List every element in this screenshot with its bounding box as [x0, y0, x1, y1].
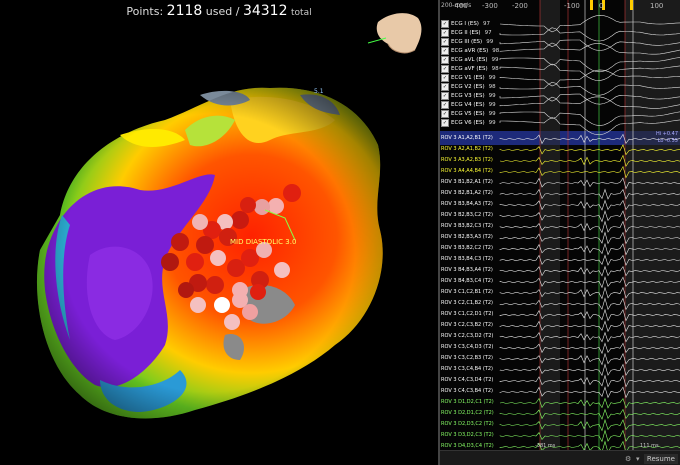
channel-label[interactable]: ROV 3 C4,C3,D4 (T2)	[441, 375, 493, 386]
channel-label[interactable]: ROV 3 C1,C2,D1 (T2)	[441, 309, 493, 320]
heart-map-3d[interactable]	[0, 0, 438, 465]
channel-label[interactable]: ROV 3 D1,D2,C1 (T2)	[441, 397, 494, 408]
scale-value: 5.1	[314, 88, 324, 95]
channel-label[interactable]: ROV 3 B4,B3,C4 (T2)	[441, 276, 493, 287]
checkbox-icon[interactable]: ✓	[441, 101, 449, 109]
window-shade	[540, 0, 560, 452]
checkbox-icon[interactable]: ✓	[441, 92, 449, 100]
checkbox-icon[interactable]: ✓	[441, 56, 449, 64]
trace-bottom-bar: ⚙ ▾ Resume	[440, 450, 680, 465]
channel-label[interactable]: ROV 3 C1,C2,B1 (T2)	[441, 287, 493, 298]
channel-label[interactable]: ROV 3 B3,B4,C3 (T2)	[441, 254, 493, 265]
channel-label[interactable]: ROV 3 C3,C4,B4 (T2)	[441, 364, 493, 375]
channel-label[interactable]: ROV 3 A1,A2,B1 (T2)	[441, 133, 493, 144]
ecg-row-value: 98	[491, 66, 499, 72]
axis-tick-label: -200	[512, 2, 528, 10]
checkbox-icon[interactable]: ✓	[441, 83, 449, 91]
points-total-label: total	[291, 8, 312, 18]
axis-tick-label: -400	[452, 2, 468, 10]
ecg-row-label: ECG V1 (ES)	[451, 75, 485, 81]
ecg-row-value: 99	[488, 111, 496, 117]
ecg-row-label: ECG aVR (ES)	[451, 48, 489, 54]
channel-label[interactable]: ROV 3 B2,B3,C2 (T2)	[441, 210, 493, 221]
checkbox-icon[interactable]: ✓	[441, 110, 449, 118]
settings-icon[interactable]: ⚙	[625, 455, 631, 463]
axis-tick-label: 100	[650, 2, 664, 10]
channel-label[interactable]: ROV 3 D3,D2,C3 (T2)	[441, 430, 494, 441]
orientation-widget[interactable]	[367, 13, 422, 54]
resume-button[interactable]: Resume	[643, 454, 678, 464]
ms-left-label: -381 ms	[535, 443, 556, 449]
ecg-row-label: ECG aVF (ES)	[451, 66, 488, 72]
points-total: 34312	[242, 3, 288, 19]
ecg-row-label: ECG I (ES)	[451, 21, 479, 27]
channel-label[interactable]: ROV 3 A2,A1,B2 (T2)	[441, 144, 493, 155]
chamber-surface	[36, 87, 383, 419]
channel-label[interactable]: ROV 3 C2,C3,D2 (T2)	[441, 331, 493, 342]
checkbox-icon[interactable]: ✓	[441, 119, 449, 127]
channel-label[interactable]: ROV 3 C3,C2,B3 (T2)	[441, 353, 493, 364]
channel-label[interactable]: ROV 3 B3,B4,A3 (T2)	[441, 199, 493, 210]
axis-tick-label: -100	[564, 2, 580, 10]
channel-label[interactable]: ROV 3 B4,B3,A4 (T2)	[441, 265, 493, 276]
channel-label[interactable]: ROV 3 D2,D3,C2 (T2)	[441, 419, 494, 430]
channel-label[interactable]: ROV 3 D2,D1,C2 (T2)	[441, 408, 494, 419]
hi-label: Hi +0.47	[655, 131, 678, 137]
ecg-row-value: 99	[488, 102, 496, 108]
channel-label[interactable]: ROV 3 C2,C3,B2 (T2)	[441, 320, 493, 331]
lo-label: Lo -0.55	[657, 138, 678, 144]
ecg-row-label: ECG V2 (ES)	[451, 84, 485, 90]
channel-label[interactable]: ROV 3 B3,B2,C3 (T2)	[441, 221, 493, 232]
ecg-row-value: 98	[492, 48, 500, 54]
ms-right-label: 111 ms	[640, 443, 659, 449]
annotation-marker[interactable]	[590, 0, 593, 10]
ecg-row-label: ECG V6 (ES)	[451, 120, 485, 126]
channel-label[interactable]: ROV 3 C2,C1,B2 (T2)	[441, 298, 493, 309]
channel-label[interactable]: ROV 3 B2,B3,A3 (T2)	[441, 232, 493, 243]
channel-label[interactable]: ROV 3 C3,C4,D3 (T2)	[441, 342, 493, 353]
map-panel[interactable]: Points: 2118 used / 34312 total MID DIAS…	[0, 0, 438, 465]
channel-label[interactable]: ROV 3 B1,B2,A1 (T2)	[441, 177, 493, 188]
checkbox-icon[interactable]: ✓	[441, 65, 449, 73]
ecg-row-value: 99	[488, 120, 496, 126]
ecg-row-label: ECG III (ES)	[451, 39, 483, 45]
axis-tick-label: 0	[599, 2, 604, 10]
checkbox-icon[interactable]: ✓	[441, 47, 449, 55]
points-used-label: used /	[205, 5, 240, 18]
mid-diastolic-label: MID DIASTOLIC 3.0	[230, 238, 297, 246]
ecg-row-label: ECG aVL (ES)	[451, 57, 488, 63]
ecg-row-label: ECG V5 (ES)	[451, 111, 485, 117]
axis-tick-label: -300	[482, 2, 498, 10]
checkbox-icon[interactable]: ✓	[441, 20, 449, 28]
points-used: 2118	[166, 3, 203, 19]
ecg-row-label: ECG II (ES)	[451, 30, 481, 36]
ecg-row-value: 98	[488, 84, 496, 90]
ecg-row-value: 99	[488, 93, 496, 99]
checkbox-icon[interactable]: ✓	[441, 74, 449, 82]
trace-panel[interactable]: 200 mm/s -400 -300 -200 -100 0 100 ✓ ECG I (ES…	[440, 0, 680, 465]
channel-label[interactable]: ROV 3 C4,C3,B4 (T2)	[441, 386, 493, 397]
checkbox-icon[interactable]: ✓	[441, 38, 449, 46]
points-counter: Points: 2118 used / 34312 total	[0, 3, 438, 19]
points-label: Points:	[126, 5, 164, 18]
channel-label[interactable]: ROV 3 B3,B2,C2 (T2)	[441, 243, 493, 254]
channel-label[interactable]: ROV 3 A3,A2,B3 (T2)	[441, 155, 493, 166]
annotation-marker[interactable]	[630, 0, 633, 10]
channel-label[interactable]: ROV 3 B2,B1,A2 (T2)	[441, 188, 493, 199]
ecg-row-value: 99	[488, 75, 496, 81]
chevron-down-icon[interactable]: ▾	[636, 455, 640, 463]
ecg-row-value: 99	[486, 39, 494, 45]
ecg-row[interactable]: ✓ ECG V6 (ES) 99	[441, 118, 496, 128]
ecg-row-label: ECG V3 (ES)	[451, 93, 485, 99]
checkbox-icon[interactable]: ✓	[441, 29, 449, 37]
channel-label[interactable]: ROV 3 A4,A4,B4 (T2)	[441, 166, 493, 177]
ecg-row-label: ECG V4 (ES)	[451, 102, 485, 108]
ecg-row-value: 99	[491, 57, 499, 63]
ecg-row-value: 97	[482, 21, 490, 27]
ecg-row-value: 97	[484, 30, 492, 36]
